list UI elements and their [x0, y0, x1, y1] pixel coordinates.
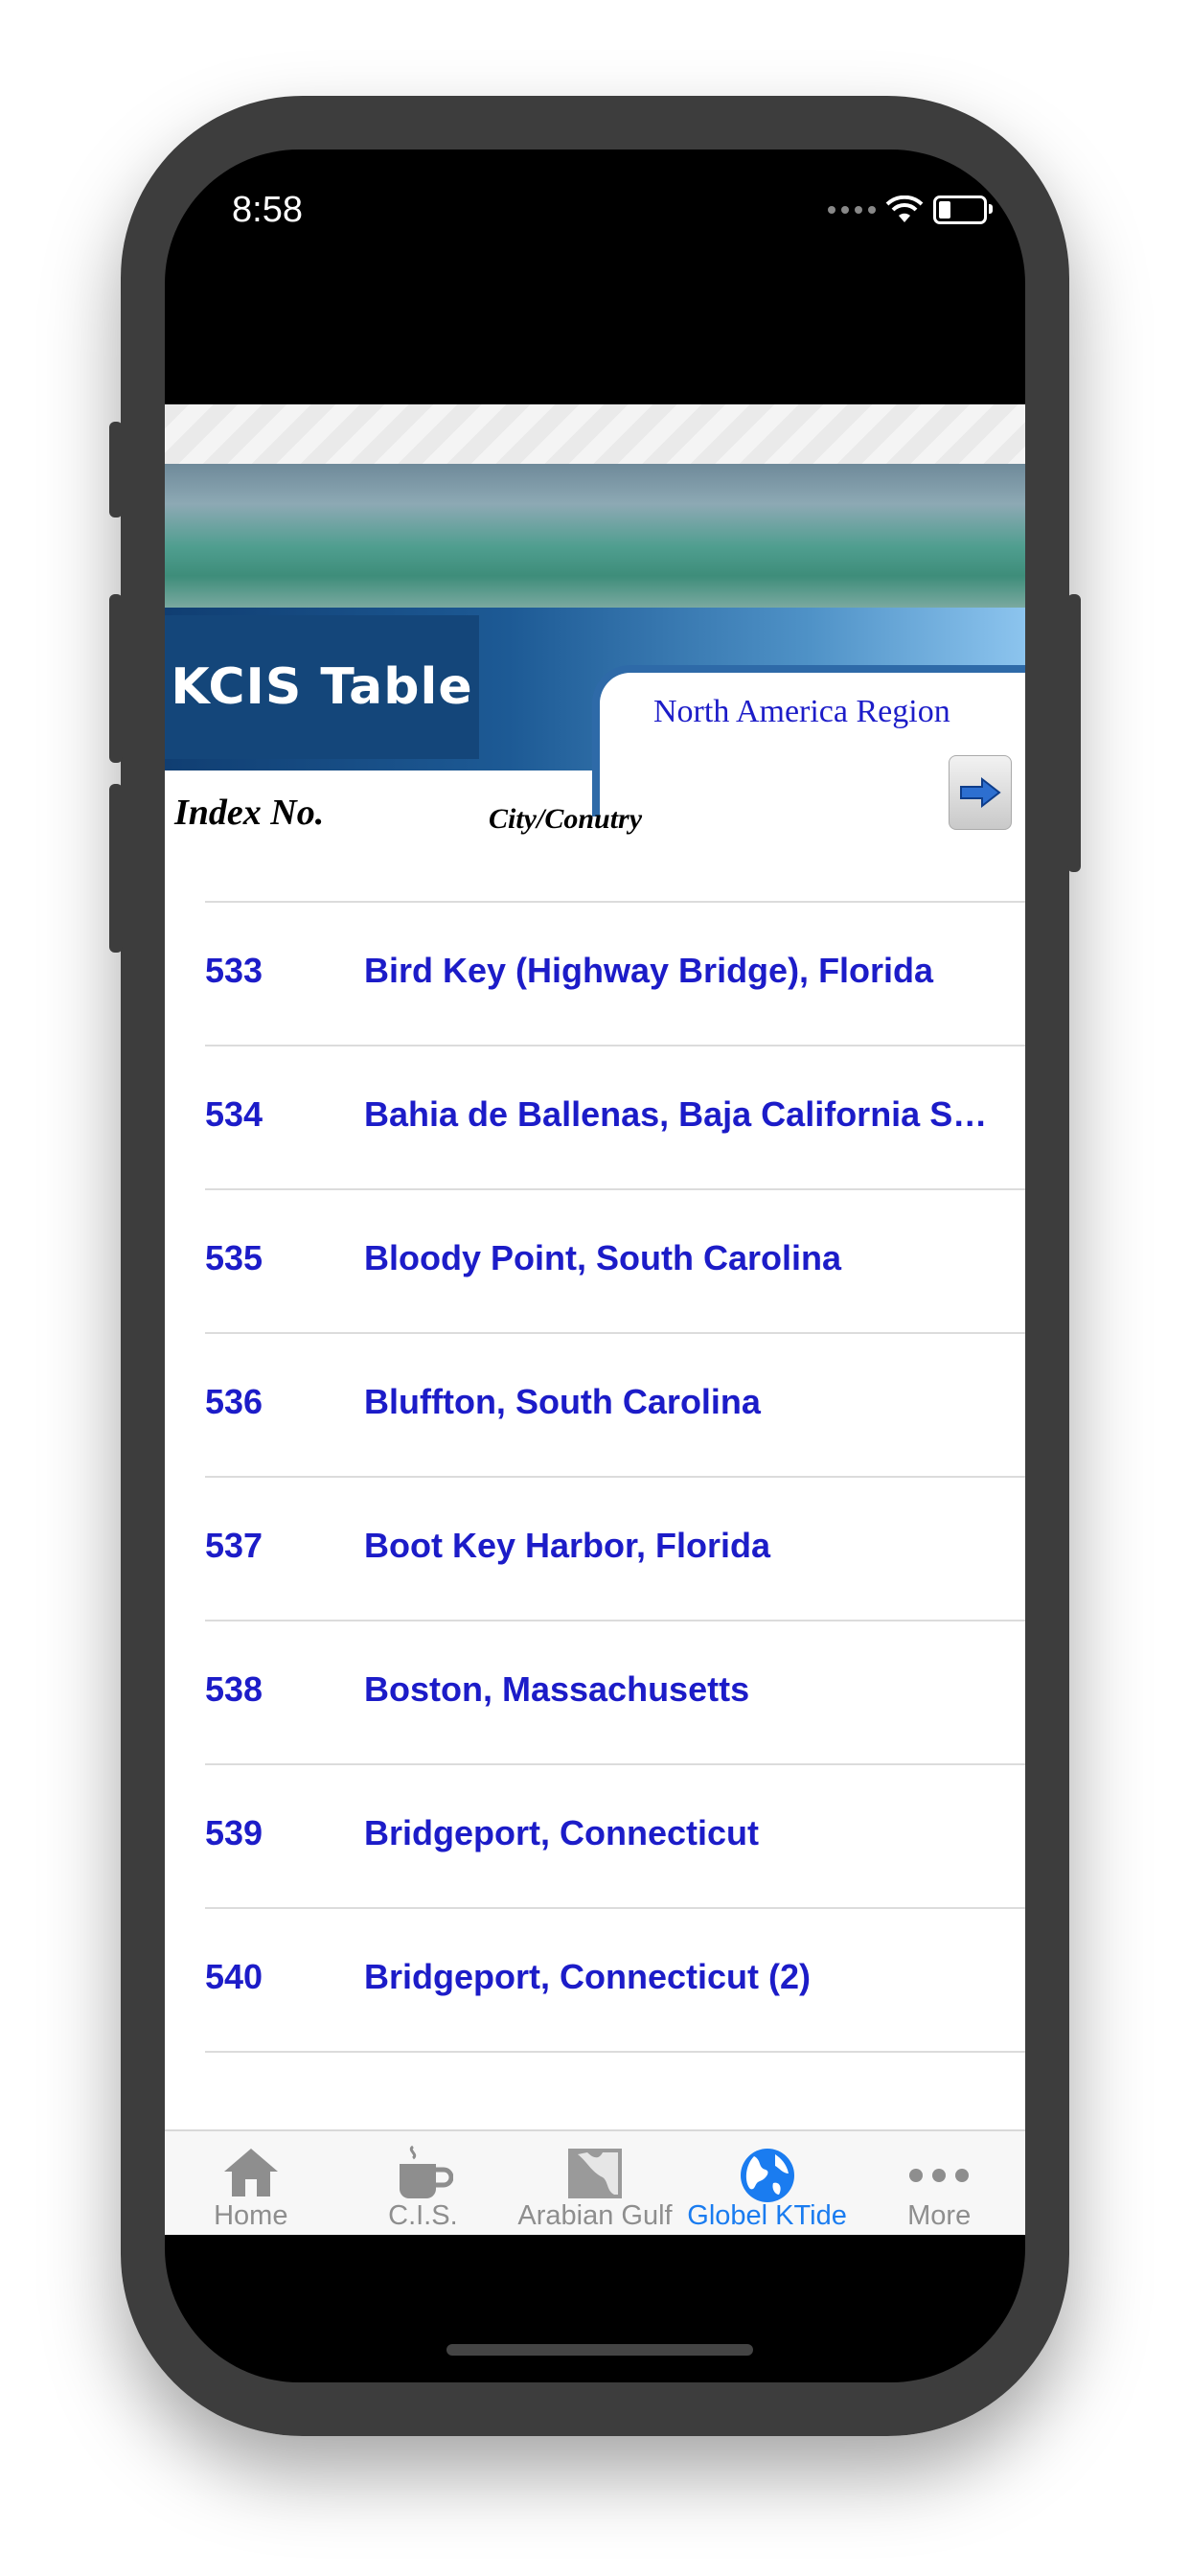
more-dots-icon: [909, 2169, 970, 2182]
list-item[interactable]: 535 Bloody Point, South Carolina: [165, 1190, 1025, 1332]
tab-label: More: [907, 2200, 972, 2231]
status-time: 8:58: [232, 190, 303, 230]
list-item[interactable]: 540 Bridgeport, Connecticut (2): [165, 1909, 1025, 2051]
tab-label: C.I.S.: [388, 2200, 458, 2231]
row-index: 533: [205, 951, 263, 990]
row-index: 537: [205, 1526, 263, 1565]
list-item[interactable]: 538 Boston, Massachusetts: [165, 1622, 1025, 1763]
list-item[interactable]: 537 Boot Key Harbor, Florida: [165, 1478, 1025, 1620]
row-index: 538: [205, 1669, 263, 1709]
row-index: 540: [205, 1957, 263, 1996]
phone-screen: 8:58 KCIS Table North America Region Ind…: [165, 150, 1025, 2382]
list-item[interactable]: 534 Bahia de Ballenas, Baja California S…: [165, 1046, 1025, 1188]
row-index: 539: [205, 1813, 263, 1852]
list-item[interactable]: 539 Bridgeport, Connecticut: [165, 1765, 1025, 1907]
coffee-cup-icon: [400, 2145, 454, 2198]
row-city: Bridgeport, Connecticut (2): [364, 1957, 811, 1996]
volume-down-button: [109, 784, 123, 953]
map-icon: [567, 2149, 622, 2198]
app-title-box: KCIS Table: [165, 615, 479, 759]
column-header-city: City/Conutry: [489, 803, 643, 835]
list-item[interactable]: 536 Bluffton, South Carolina: [165, 1334, 1025, 1476]
tab-more[interactable]: More: [853, 2131, 1025, 2235]
tab-home[interactable]: Home: [165, 2131, 337, 2235]
list-item-partial[interactable]: [165, 855, 1025, 893]
home-indicator[interactable]: [446, 2344, 753, 2356]
city-list[interactable]: 533 Bird Key (Highway Bridge), Florida 5…: [165, 855, 1025, 2129]
row-city: Boot Key Harbor, Florida: [364, 1526, 771, 1565]
app-title: KCIS Table: [171, 658, 473, 716]
row-divider: [205, 2051, 1025, 2053]
tab-arabian-gulf[interactable]: Arabian Gulf: [509, 2131, 681, 2235]
next-page-button[interactable]: [949, 755, 1012, 830]
globe-icon: [740, 2149, 794, 2202]
list-item[interactable]: 533 Bird Key (Highway Bridge), Florida: [165, 903, 1025, 1045]
region-label: North America Region: [653, 694, 950, 729]
row-city: Bridgeport, Connecticut: [364, 1813, 759, 1852]
notch: [358, 150, 837, 232]
row-city: Boston, Massachusetts: [364, 1669, 750, 1709]
power-button: [1067, 594, 1081, 872]
row-city: Bluffton, South Carolina: [364, 1382, 761, 1421]
wifi-icon: [885, 196, 924, 222]
row-city: Bahia de Ballenas, Baja California Sur..…: [364, 1094, 996, 1134]
row-index: 535: [205, 1238, 263, 1277]
signal-dots-icon: [828, 206, 876, 214]
row-index: 536: [205, 1382, 263, 1421]
header-sea-image: [165, 464, 1025, 608]
tab-cis[interactable]: C.I.S.: [337, 2131, 510, 2235]
row-city: Bird Key (Highway Bridge), Florida: [364, 951, 934, 990]
house-icon: [223, 2149, 278, 2196]
mute-switch: [109, 422, 123, 518]
status-icons: [828, 196, 993, 224]
header-pattern: [165, 404, 1025, 464]
volume-up-button: [109, 594, 123, 763]
row-index: 534: [205, 1094, 263, 1134]
row-city: Bloody Point, South Carolina: [364, 1238, 841, 1277]
tab-label: Arabian Gulf: [517, 2200, 673, 2231]
phone-frame: 8:58 KCIS Table North America Region Ind…: [121, 96, 1069, 2436]
battery-icon: [933, 196, 993, 224]
tab-label: Home: [214, 2200, 288, 2231]
right-arrow-icon: [960, 776, 1001, 809]
tab-bar: Home C.I.S. Arabian Gulf Globel KTide Mo…: [165, 2129, 1025, 2235]
column-header-index: Index No.: [174, 793, 325, 833]
tab-globel-ktide[interactable]: Globel KTide: [681, 2131, 854, 2235]
app-content: KCIS Table North America Region Index No…: [165, 404, 1025, 2235]
tab-label: Globel KTide: [687, 2200, 847, 2231]
